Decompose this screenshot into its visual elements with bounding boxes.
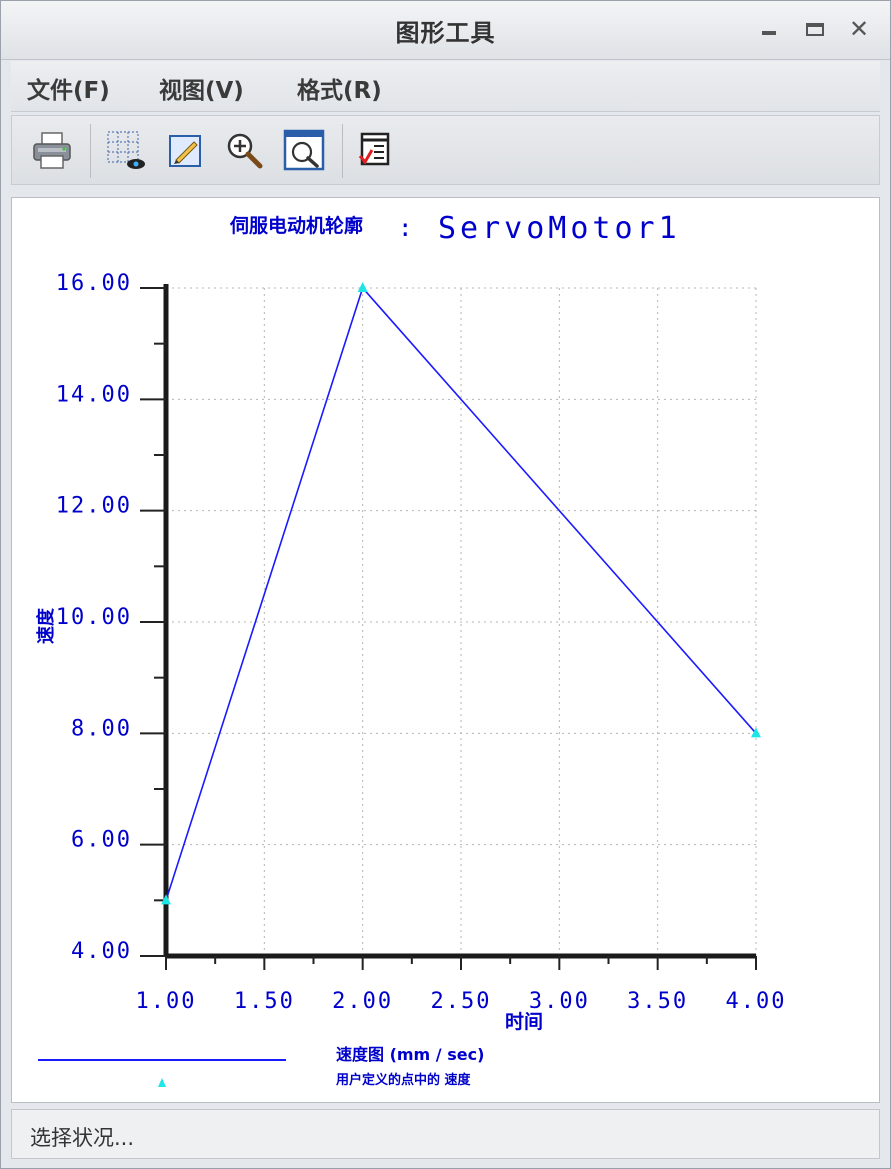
minimize-button[interactable] — [751, 11, 787, 47]
zoom-in-button[interactable] — [222, 128, 266, 172]
plot-area[interactable]: 1.00 1.50 2.00 2.50 3.00 3.50 4.00 4.00 6.00 8.00… — [11, 197, 880, 1103]
format-check-button[interactable] — [354, 128, 398, 172]
chart-title-separator: : — [398, 214, 412, 242]
edit-graph-button[interactable] — [164, 128, 208, 172]
close-button[interactable]: ✕ — [841, 11, 877, 47]
zoom-fit-icon — [283, 129, 325, 171]
velocity-chart: 1.00 1.50 2.00 2.50 3.00 3.50 4.004.006.008.00… — [35, 211, 787, 1088]
format-check-icon — [358, 132, 390, 166]
legend-label: 速度图 (mm / sec) — [336, 1045, 484, 1064]
edit-icon — [169, 135, 201, 167]
maximize-icon — [806, 22, 824, 36]
y-tick-label: 4.00 — [71, 939, 132, 964]
y-tick-label: 12.00 — [56, 494, 132, 519]
x-tick-label: 4.00 — [726, 989, 787, 1014]
menu-file[interactable]: 文件(F) — [27, 71, 110, 105]
y-tick-label: 16.00 — [56, 271, 132, 296]
graph-tool-window: 图形工具 ✕ 文件(F) 视图(V) 格式(R) 1.00 1.50 2.00 … — [0, 0, 891, 1169]
maximize-button[interactable] — [797, 11, 833, 47]
y-tick-label: 6.00 — [71, 828, 132, 853]
x-axis-label: 时间 — [505, 1011, 543, 1033]
status-bar: 选择状况... — [11, 1109, 880, 1159]
toolbar-separator — [90, 124, 91, 178]
toolbar-separator — [342, 124, 343, 178]
grid-view-icon — [107, 131, 145, 169]
x-tick-label: 3.50 — [627, 989, 688, 1014]
data-point-marker — [357, 282, 368, 292]
zoom-in-icon — [227, 133, 263, 169]
title-bar[interactable]: 图形工具 ✕ — [1, 1, 890, 60]
y-axis-label: 速度 — [35, 607, 57, 644]
menu-view[interactable]: 视图(V) — [159, 71, 244, 105]
y-tick-label: 14.00 — [56, 382, 132, 407]
x-tick-label: 2.00 — [332, 989, 393, 1014]
grid-view-button[interactable] — [104, 128, 148, 172]
legend-marker — [158, 1078, 166, 1087]
status-text: 选择状况... — [30, 1126, 135, 1150]
menu-format[interactable]: 格式(R) — [297, 71, 382, 105]
close-icon: ✕ — [848, 15, 870, 43]
y-tick-label: 8.00 — [71, 716, 132, 741]
minimize-icon — [762, 31, 776, 35]
toolbar — [11, 115, 880, 185]
printer-icon — [33, 132, 71, 169]
y-tick-label: 10.00 — [56, 605, 132, 630]
x-tick-label: 1.50 — [234, 989, 295, 1014]
legend-sublabel: 用户定义的点中的 速度 — [335, 1072, 472, 1088]
menu-bar: 文件(F) 视图(V) 格式(R) — [11, 61, 880, 112]
chart-title-cn: 伺服电动机轮廓 — [229, 214, 363, 237]
x-tick-label: 2.50 — [431, 989, 492, 1014]
zoom-fit-button[interactable] — [282, 128, 326, 172]
print-button[interactable] — [30, 128, 74, 172]
x-tick-label: 1.00 — [136, 989, 197, 1014]
chart-title-name: ServoMotor1 — [438, 211, 681, 246]
